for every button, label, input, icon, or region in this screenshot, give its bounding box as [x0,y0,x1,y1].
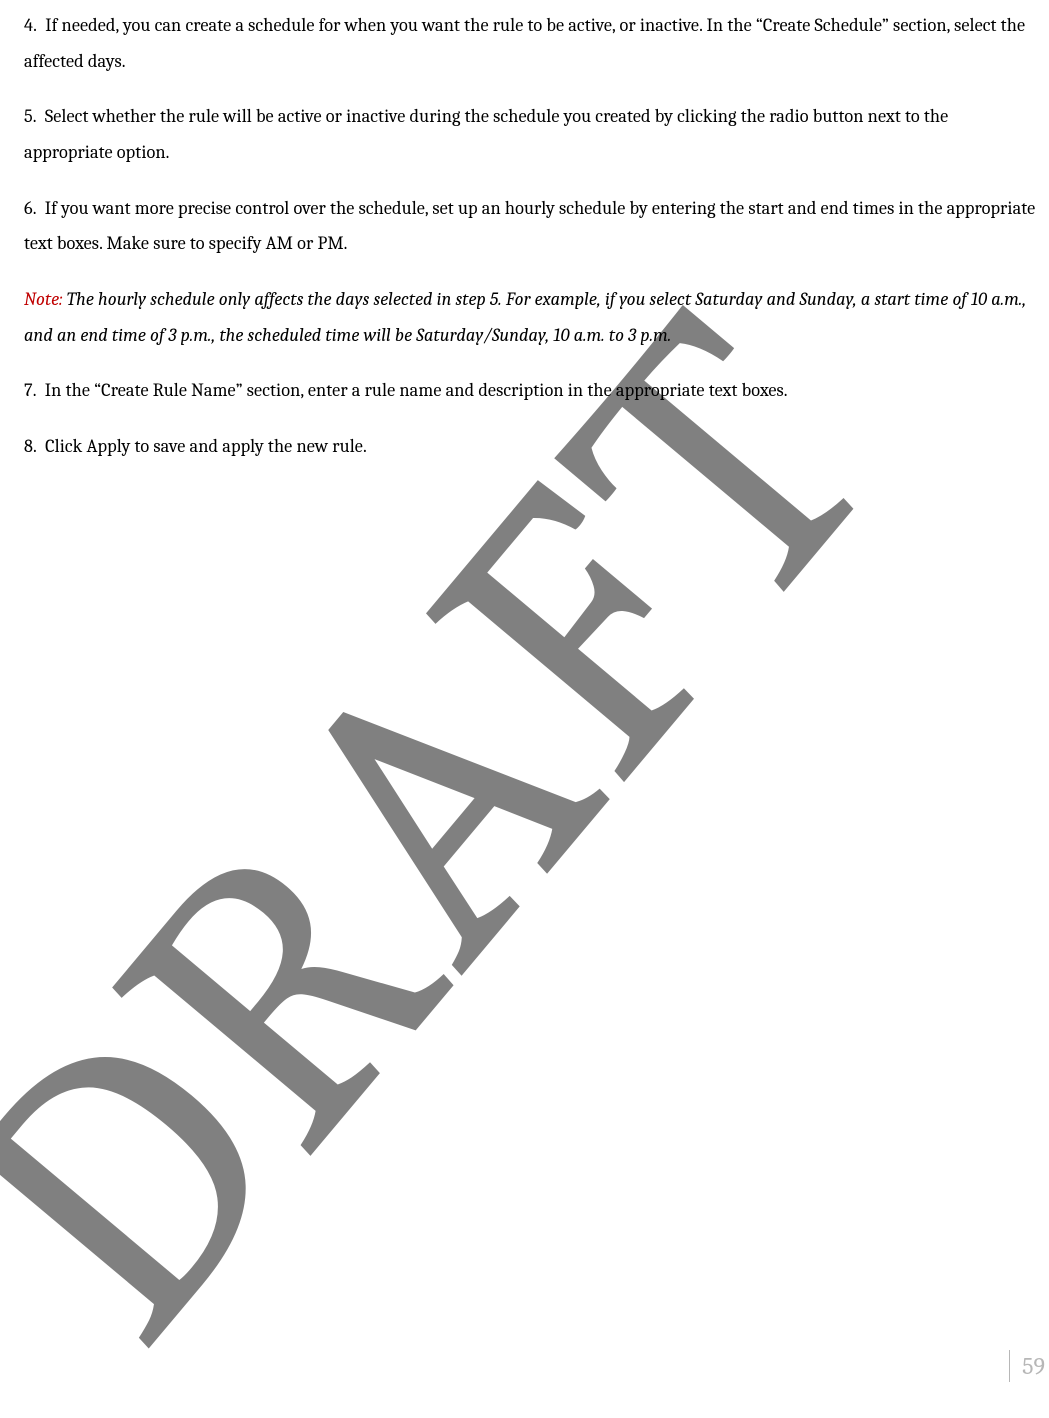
page-number-container: 59 [1009,1350,1049,1382]
step-4-text: 4. If needed, you can create a schedule … [24,8,1041,79]
step-8-text: 8. Click Apply to save and apply the new… [24,429,1041,465]
page-number-divider [1009,1350,1010,1382]
step-5-text: 5. Select whether the rule will be activ… [24,99,1041,170]
page-number: 59 [1022,1352,1049,1380]
step-7-text: 7. In the “Create Rule Name” section, en… [24,373,1041,409]
note-label: Note: [24,289,63,310]
step-6-text: 6. If you want more precise control over… [24,191,1041,262]
note-body: The hourly schedule only affects the day… [24,289,1026,346]
note-paragraph: Note: The hourly schedule only affects t… [24,282,1041,353]
document-body: 4. If needed, you can create a schedule … [0,0,1049,465]
